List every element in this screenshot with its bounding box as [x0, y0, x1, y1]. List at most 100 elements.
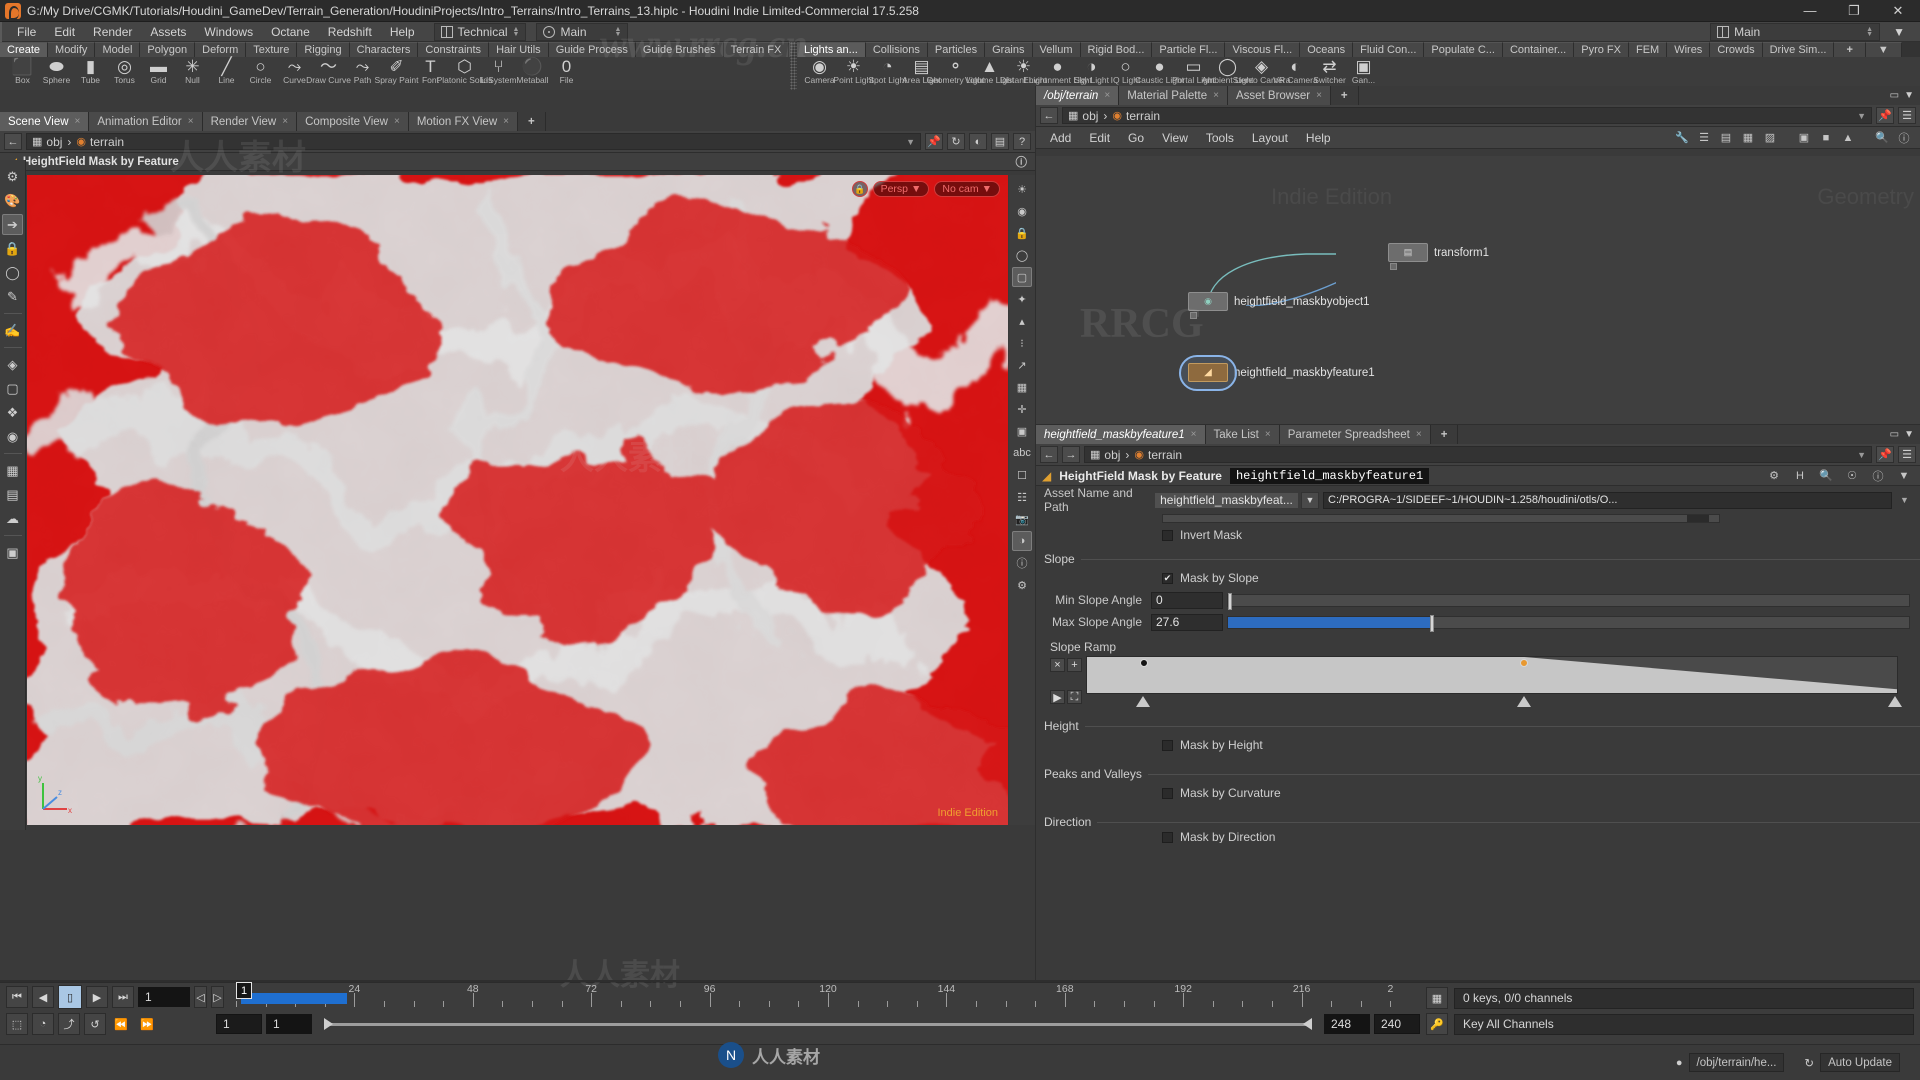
shelf-tool-left-path[interactable]: ⤳ Path — [346, 57, 379, 90]
tool-paint-icon[interactable]: 🎨 — [2, 190, 23, 211]
network-pane-menu-icon[interactable]: ▼ — [1904, 90, 1914, 101]
shelf-tab-right-9[interactable]: Fluid Con... — [1353, 42, 1424, 57]
network-breadcrumb[interactable]: ▦ obj › ◉ terrain ▼ — [1062, 107, 1872, 124]
shelf-tool-left-l-system[interactable]: ⑂ L-System — [482, 57, 515, 90]
shelf-tool-right-camera[interactable]: ◉ Camera — [803, 57, 836, 90]
min-slope-angle-slider[interactable] — [1227, 594, 1910, 607]
viewport-lock-icon[interactable]: 🔒 — [852, 181, 868, 197]
tool-softxform-icon[interactable]: ◈ — [2, 354, 23, 375]
shelf-tool-left-font[interactable]: T Font — [414, 57, 447, 90]
parameter-pane-menu-icon[interactable]: ▼ — [1904, 429, 1914, 440]
parm-forward-icon[interactable]: → — [1062, 446, 1080, 463]
shelf-tab-right-6[interactable]: Particle Fl... — [1152, 42, 1225, 57]
min-slope-angle-handle[interactable] — [1228, 593, 1232, 610]
minimize-button[interactable]: — — [1788, 0, 1832, 22]
range-slider-knob[interactable] — [324, 1018, 333, 1030]
key-icon[interactable]: 🔑 — [1426, 1013, 1448, 1035]
parameter-add-tab[interactable]: + — [1431, 425, 1459, 444]
goto-end-button[interactable]: ⏭ — [112, 986, 134, 1008]
net-list-icon[interactable]: ☰ — [1694, 129, 1714, 147]
shelf-tool-left-sphere[interactable]: ⬬ Sphere — [40, 57, 73, 90]
mask-by-slope-group[interactable]: ✔ Mask by Slope — [1162, 571, 1259, 585]
shelf-tab-right-8[interactable]: Oceans — [1300, 42, 1353, 57]
refresh-icon[interactable]: ↻ — [947, 133, 965, 150]
parm-close-icon[interactable]: ▼ — [1894, 467, 1914, 485]
ghost-icon[interactable]: ◯ — [1012, 245, 1032, 265]
parm-menu-icon[interactable]: ☰ — [1898, 446, 1916, 463]
scene-tab-1[interactable]: Animation Editor × — [89, 112, 202, 131]
invert-mask-checkbox-group[interactable]: Invert Mask — [1162, 528, 1242, 542]
shelf-tab-left-0[interactable]: Create — [0, 42, 48, 57]
tool-extra-icon[interactable]: ▣ — [2, 542, 23, 563]
network-tab-1[interactable]: Material Palette × — [1119, 86, 1228, 105]
snapshot-icon[interactable]: 📷 — [1012, 509, 1032, 529]
shelf-tool-left-platonic-solids[interactable]: ⬡ Platonic Solids — [448, 57, 481, 90]
range-end-right-field[interactable]: 240 — [1374, 1014, 1420, 1034]
node-heightfield-maskbyobject1[interactable]: ◉ heightfield_maskbyobject1 — [1188, 292, 1370, 311]
network-canvas[interactable]: Indie Edition Geometry ▤ transform1 ◉ he… — [1036, 156, 1920, 424]
mask-by-direction-checkbox[interactable] — [1162, 832, 1173, 843]
shelf-tab-left-5[interactable]: Texture — [246, 42, 297, 57]
net-search-icon[interactable]: 🔍 — [1872, 129, 1892, 147]
network-pane-maximize-icon[interactable]: ▭ — [1890, 90, 1899, 101]
range-slider[interactable] — [324, 1017, 1312, 1031]
asset-path-value[interactable]: C:/PROGRA~1/SIDEEF~1/HOUDIN~1.258/houdin… — [1323, 492, 1892, 509]
shelf-tool-right-volume-light[interactable]: ▲ Volume Light — [973, 57, 1006, 90]
channel-list-icon[interactable]: ▦ — [1426, 987, 1448, 1009]
network-tab-close-icon[interactable]: × — [1104, 90, 1110, 101]
shelf-tool-left-box[interactable]: ⬛ Box — [6, 57, 39, 90]
parm-op-name[interactable]: heightfield_maskbyfeature1 — [1230, 468, 1429, 484]
network-tab-0[interactable]: /obj/terrain × — [1036, 86, 1119, 105]
realtime-button[interactable]: ↺ — [84, 1013, 106, 1035]
points-icon[interactable]: ⁝ — [1012, 333, 1032, 353]
shelf-tab-left-10[interactable]: Guide Process — [549, 42, 636, 57]
shelf-tool-left-circle[interactable]: ○ Circle — [244, 57, 277, 90]
shelf-tab-left-12[interactable]: Terrain FX — [724, 42, 790, 57]
net-breadcrumb-obj[interactable]: ▦ obj — [1068, 109, 1098, 123]
shelf-tool-left-tube[interactable]: ▮ Tube — [74, 57, 107, 90]
network-tab-close-icon[interactable]: × — [1213, 90, 1219, 101]
parm-back-icon[interactable]: ← — [1040, 446, 1058, 463]
range-current-field[interactable]: 1 — [266, 1014, 312, 1034]
net-more-icon[interactable]: ☰ — [1898, 107, 1916, 124]
node-maskbyobject1-body[interactable]: ◉ — [1188, 292, 1228, 311]
menu-assets[interactable]: Assets — [141, 22, 195, 42]
scene-tab-close-icon[interactable]: × — [75, 116, 81, 127]
ramp-key-1[interactable] — [1140, 659, 1148, 667]
shelf-tab-left-8[interactable]: Constraints — [418, 42, 489, 57]
menu-windows[interactable]: Windows — [195, 22, 262, 42]
tool-brush-icon[interactable]: ✎ — [2, 286, 23, 307]
shelf-tool-left-null[interactable]: ✳ Null — [176, 57, 209, 90]
parm-zoomout-icon[interactable]: ☉ — [1842, 467, 1862, 485]
shelf-tab-right-3[interactable]: Grains — [985, 42, 1032, 57]
stop-button[interactable]: ▯ — [58, 985, 82, 1009]
tool-handles-icon[interactable]: ⚙ — [2, 166, 23, 187]
timeline-playhead[interactable]: 1 — [236, 982, 252, 999]
shelf-tab-left-6[interactable]: Rigging — [297, 42, 349, 57]
net-menu-help[interactable]: Help — [1298, 127, 1339, 149]
menu-render[interactable]: Render — [84, 22, 141, 42]
max-slope-angle-field[interactable]: 27.6 — [1151, 614, 1223, 631]
network-tab-close-icon[interactable]: × — [1316, 90, 1322, 101]
tool-group-icon[interactable]: ▦ — [2, 460, 23, 481]
desktop-selector-technical[interactable]: Technical ▲ ▼ — [434, 23, 527, 41]
shelf-tab-right-15[interactable]: Crowds — [1710, 42, 1762, 57]
parm-zoomin-icon[interactable]: 🔍 — [1816, 467, 1836, 485]
net-menu-edit[interactable]: Edit — [1081, 127, 1118, 149]
scene-tab-close-icon[interactable]: × — [188, 116, 194, 127]
net-pin-icon[interactable]: 📌 — [1876, 107, 1894, 124]
mask-by-curvature-checkbox[interactable] — [1162, 788, 1173, 799]
ramp-remove-key-button[interactable]: × — [1050, 658, 1065, 672]
timeline-playback-range[interactable] — [241, 993, 348, 1004]
invert-mask-checkbox[interactable] — [1162, 530, 1173, 541]
mask-by-curvature-group[interactable]: Mask by Curvature — [1162, 786, 1281, 800]
node-maskbyfeature1-body[interactable]: ◢ — [1188, 363, 1228, 382]
net-color-icon[interactable]: ■ — [1816, 129, 1836, 147]
partial-slider[interactable] — [1162, 514, 1720, 523]
tool-spray-icon[interactable]: ❖ — [2, 402, 23, 423]
scene-breadcrumb[interactable]: ▦ obj › ◉ terrain ▼ — [26, 133, 921, 150]
viewport-lock-rail-icon[interactable]: 🔒 — [1012, 223, 1032, 243]
parm-hotkey-icon[interactable]: H — [1790, 467, 1810, 485]
asset-name-value[interactable]: heightfield_maskbyfeat... — [1154, 492, 1299, 509]
horizontal-splitter-bottom[interactable] — [0, 980, 1920, 982]
